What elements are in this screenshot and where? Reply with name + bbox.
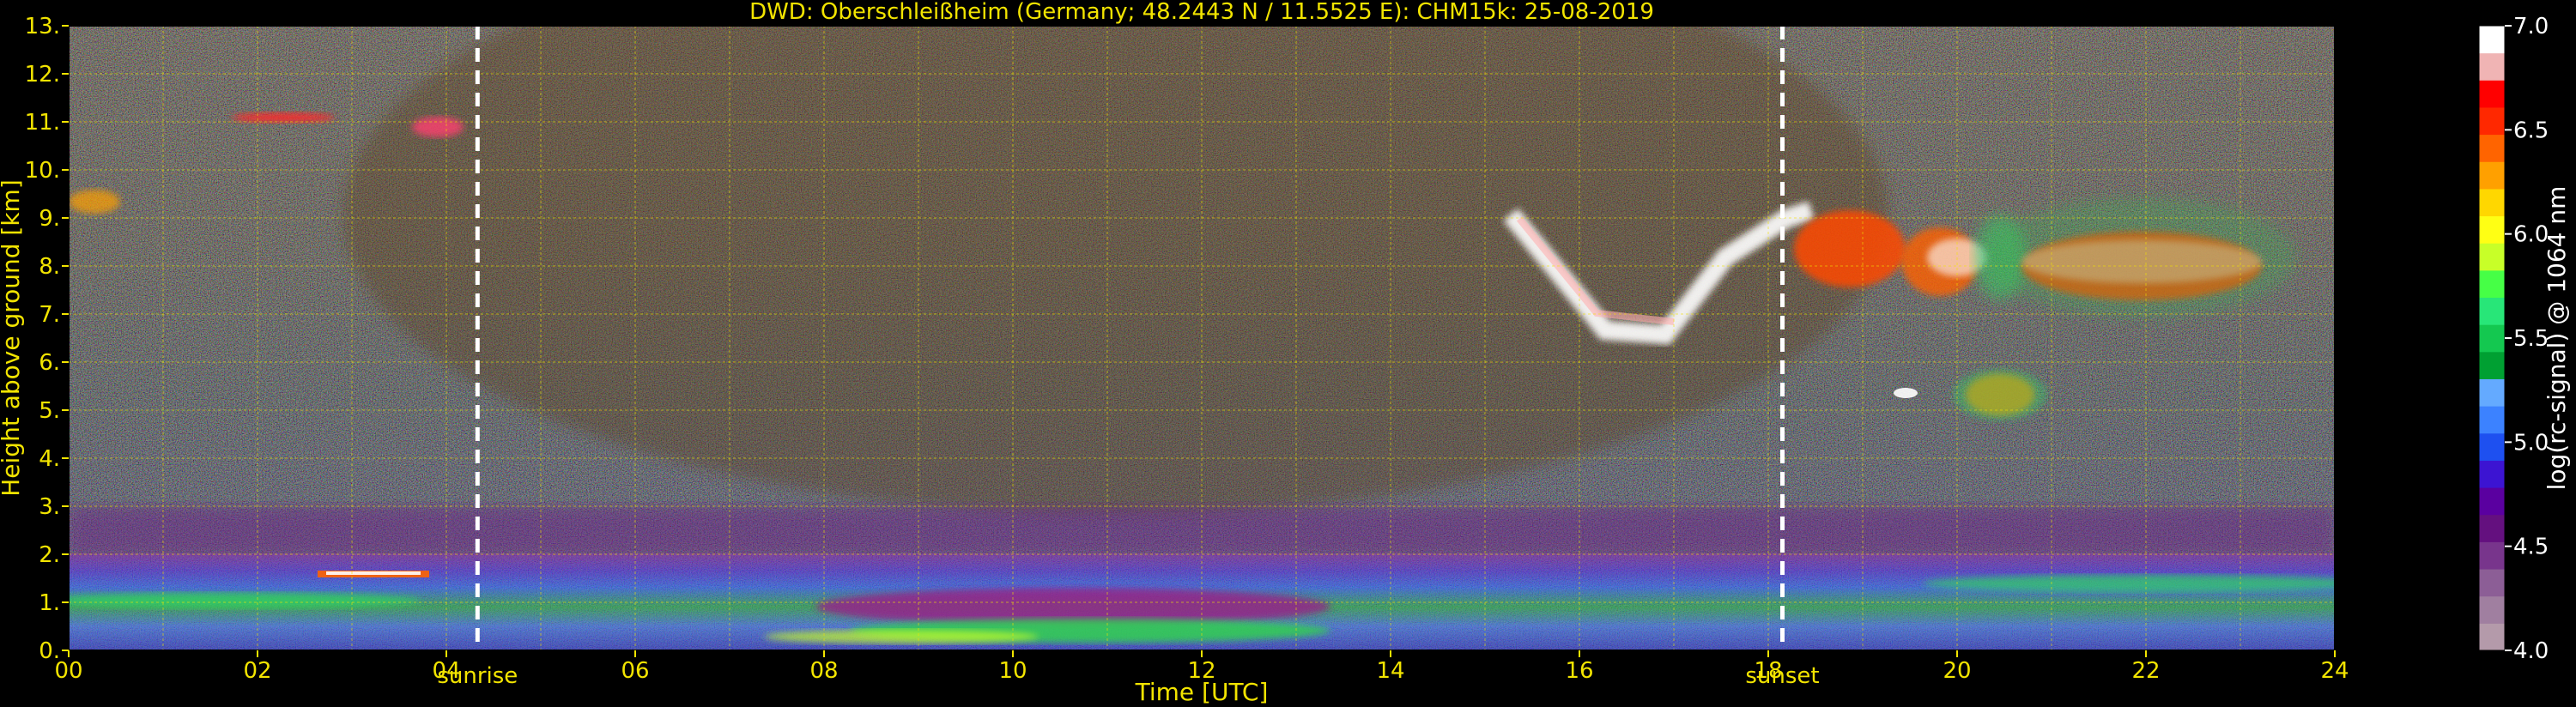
y-tick-label: 10. bbox=[25, 158, 60, 184]
colorbar-swatch bbox=[2479, 595, 2505, 624]
chart-title: DWD: Oberschleißheim (Germany; 48.2443 N… bbox=[749, 0, 1654, 25]
x-tick-label: 22 bbox=[2131, 658, 2160, 684]
colorbar-swatch bbox=[2479, 106, 2505, 136]
colorbar-swatch bbox=[2479, 514, 2505, 542]
colorbar-swatch bbox=[2479, 324, 2505, 353]
x-tick-label: 02 bbox=[243, 658, 271, 684]
x-tick-label: 10 bbox=[998, 658, 1027, 684]
colorbar-swatch bbox=[2479, 269, 2505, 299]
colorbar-swatch bbox=[2479, 460, 2505, 488]
y-tick-label: 2. bbox=[39, 542, 60, 568]
ceilometer-chart: sunrise sunset 00 02 04 06 08 10 12 14 16 18 20 22 24… bbox=[0, 0, 2571, 706]
colorbar-tick-label: 4.0 bbox=[2513, 638, 2549, 664]
y-tick-label: 12. bbox=[25, 62, 60, 88]
colorbar-swatch bbox=[2479, 26, 2505, 54]
colorbar-swatch bbox=[2479, 215, 2505, 244]
x-axis-label: Time [UTC] bbox=[1135, 678, 1269, 706]
x-tick-label: 08 bbox=[809, 658, 838, 684]
x-tick-label: 20 bbox=[1943, 658, 1971, 684]
x-tick-label: 06 bbox=[621, 658, 649, 684]
colorbar-swatch bbox=[2479, 80, 2505, 108]
y-tick-label: 5. bbox=[39, 398, 60, 424]
y-tick-label: 4. bbox=[39, 446, 60, 472]
colorbar-swatch bbox=[2479, 432, 2505, 461]
colorbar-swatch bbox=[2479, 188, 2505, 217]
colorbar-tick-label: 6.5 bbox=[2513, 118, 2549, 143]
x-tick-label: 04 bbox=[432, 658, 460, 684]
colorbar-swatch bbox=[2479, 541, 2505, 570]
y-axis-label: Height above ground [km] bbox=[0, 179, 25, 497]
x-tick-label: 16 bbox=[1565, 658, 1593, 684]
y-tick-label: 1. bbox=[39, 590, 60, 616]
colorbar-swatch bbox=[2479, 52, 2505, 81]
y-tick-label: 13. bbox=[25, 14, 60, 39]
colorbar-swatch bbox=[2479, 569, 2505, 597]
y-tick-label: 7. bbox=[39, 302, 60, 328]
colorbar-label: log(rc-signal) @ 1064 nm bbox=[2543, 186, 2571, 491]
colorbar-swatch bbox=[2479, 378, 2505, 407]
colorbar-swatch bbox=[2479, 406, 2505, 434]
y-tick-label: 6. bbox=[39, 350, 60, 376]
colorbar-tick-label: 4.5 bbox=[2513, 535, 2549, 560]
y-tick-label: 0. bbox=[39, 638, 60, 664]
y-tick-label: 3. bbox=[39, 494, 60, 520]
colorbar-swatch bbox=[2479, 161, 2505, 190]
y-tick-label: 8. bbox=[39, 254, 60, 280]
colorbar-tick-label: 7.0 bbox=[2513, 14, 2549, 39]
colorbar-swatch bbox=[2479, 487, 2505, 516]
colorbar-swatch bbox=[2479, 623, 2505, 651]
colorbar-swatch bbox=[2479, 351, 2505, 379]
colorbar-swatch bbox=[2479, 297, 2505, 325]
colorbar-swatch bbox=[2479, 243, 2505, 271]
x-tick-label: 14 bbox=[1376, 658, 1404, 684]
colorbar: 4.04.55.05.56.06.57.0 bbox=[2478, 14, 2549, 664]
x-tick-label: 18 bbox=[1754, 658, 1782, 684]
y-tick-label: 11. bbox=[25, 110, 60, 136]
x-tick-label: 24 bbox=[2320, 658, 2349, 684]
plot-area bbox=[69, 26, 2335, 650]
colorbar-swatch bbox=[2479, 134, 2505, 162]
y-tick-label: 9. bbox=[39, 206, 60, 232]
y-axis-ticks: 0. 1. 2. 3. 4. 5. 6. 7. 8. 9. 10. 11. 12. 13. bbox=[25, 14, 69, 664]
